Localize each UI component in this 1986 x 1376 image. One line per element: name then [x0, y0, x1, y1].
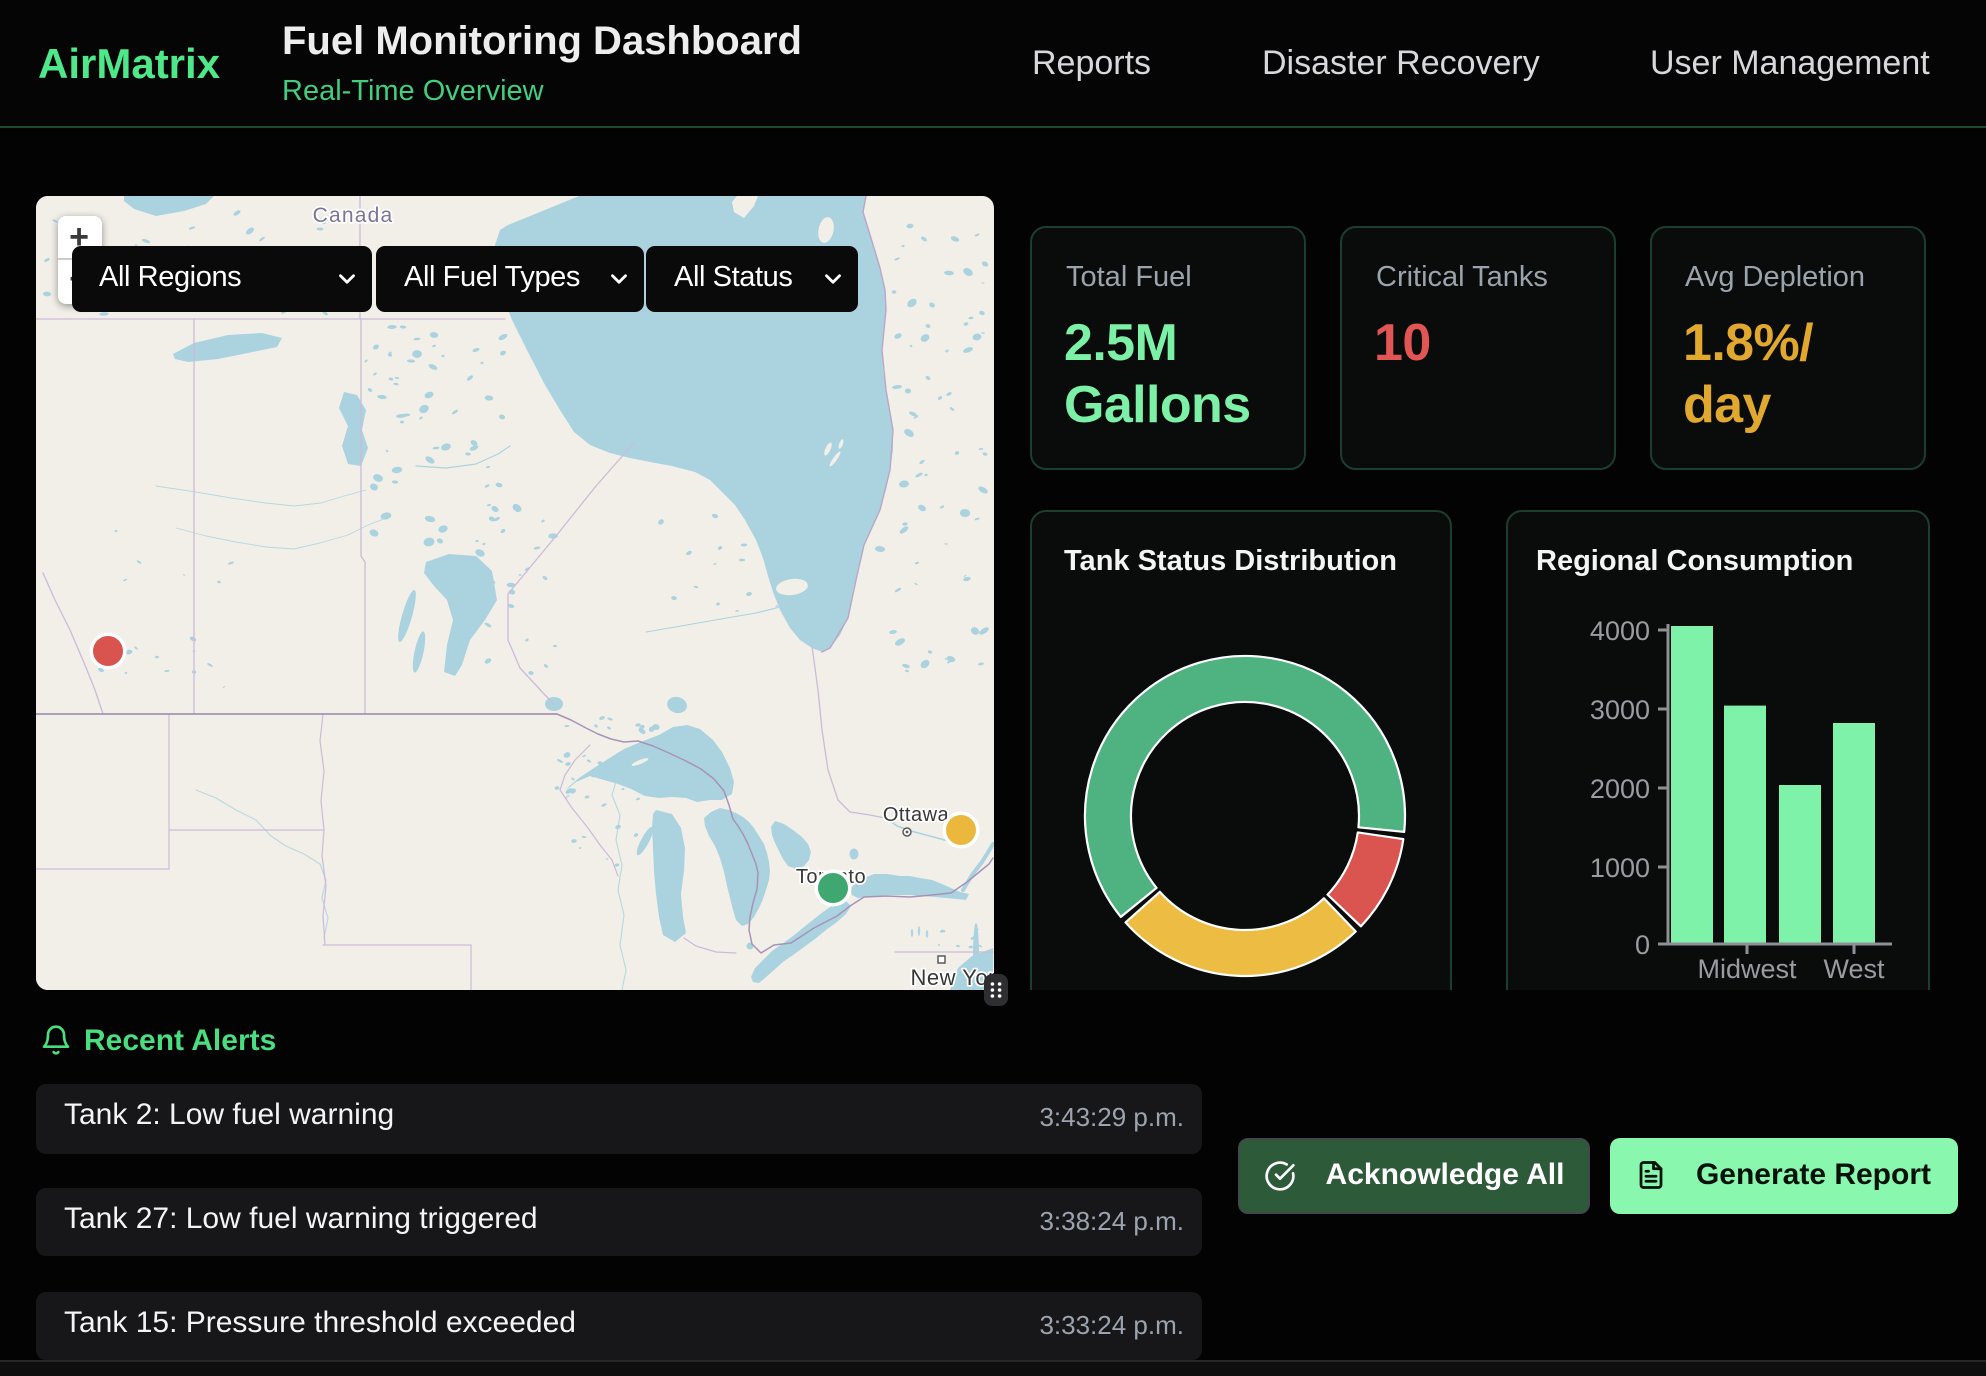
svg-text:Ottawa: Ottawa — [883, 804, 950, 826]
svg-text:3000: 3000 — [1590, 695, 1650, 725]
svg-text:0: 0 — [1635, 930, 1650, 960]
svg-text:4000: 4000 — [1590, 616, 1650, 646]
svg-text:2000: 2000 — [1590, 774, 1650, 804]
svg-text:1000: 1000 — [1590, 853, 1650, 883]
svg-text:Midwest: Midwest — [1697, 954, 1797, 984]
svg-text:Canada: Canada — [313, 204, 394, 227]
svg-text:West: West — [1823, 954, 1885, 984]
svg-text:New York: New York — [911, 965, 993, 990]
